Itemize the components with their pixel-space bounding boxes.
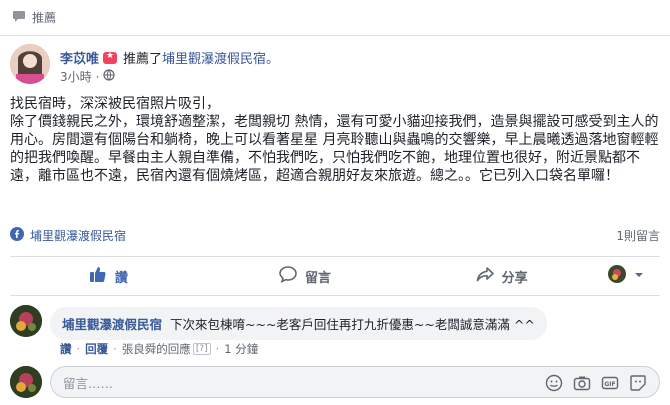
comment-icon (279, 265, 305, 287)
reaction-summary: 埔里觀瀑渡假民宿 1則留言 (10, 226, 660, 244)
reaction-identity-selector[interactable] (600, 257, 660, 295)
comment-input[interactable]: 留言…… GIF (50, 366, 660, 398)
meta-separator: · (113, 342, 117, 356)
like-label: 讚 (114, 270, 128, 286)
comment-placeholder: 留言…… (63, 375, 114, 391)
sticker-icon[interactable] (629, 374, 647, 392)
help-icon[interactable]: [?] (192, 343, 211, 355)
replied-by-text[interactable]: 張良舜的回應 (122, 341, 191, 357)
comment-button[interactable]: 留言 (207, 257, 404, 295)
comment-composer: 留言…… GIF (10, 366, 660, 398)
comment-text: 下次來包棟唷~~~老客戶回住再打九折優惠~~老闆誠意滿滿 ^^ (170, 317, 535, 332)
meta-separator: · (95, 69, 100, 84)
share-icon (476, 265, 502, 287)
post-header: 李苡唯 推薦了 埔里觀瀑渡假民宿。 3小時 · (10, 44, 660, 88)
thumbs-up-icon (89, 265, 115, 287)
post-timestamp[interactable]: 3小時 (60, 68, 92, 85)
author-avatar[interactable] (10, 44, 50, 84)
camera-icon[interactable] (573, 374, 591, 392)
comment-meta: 讚 · 回覆 · 張良舜的回應 [?] · 1 分鐘 (60, 341, 258, 357)
meta-separator: · (215, 342, 220, 356)
author-name[interactable]: 李苡唯 (60, 48, 99, 67)
share-button[interactable]: 分享 (403, 257, 600, 295)
comment-timestamp[interactable]: 1 分鐘 (224, 341, 258, 357)
commenter-avatar[interactable] (10, 305, 42, 337)
like-button[interactable]: 讚 (10, 257, 207, 295)
composer-avatar (10, 366, 42, 398)
globe-icon[interactable] (103, 69, 116, 84)
comment-like-link[interactable]: 讚 (60, 341, 72, 357)
comment-bubble-icon (12, 8, 26, 27)
svg-text:GIF: GIF (604, 381, 615, 388)
chevron-down-icon (634, 269, 652, 284)
comment-bubble: 埔里觀瀑渡假民宿 下次來包棟唷~~~老客戶回住再打九折優惠~~老闆誠意滿滿 ^^ (50, 307, 547, 340)
share-label: 分享 (501, 270, 528, 286)
recommend-badge-icon (103, 51, 118, 64)
gif-icon[interactable]: GIF (601, 374, 619, 392)
comment-count[interactable]: 1則留言 (616, 227, 660, 244)
header-label: 推薦 (32, 11, 57, 25)
identity-avatar (608, 265, 634, 287)
page-logo-icon (10, 226, 24, 244)
post-body-text: 找民宿時，深深被民宿照片吸引， 除了價錢親民之外，環境舒適整潔，老闆親切 熱情，… (10, 96, 659, 184)
recommend-action-text: 推薦了 (123, 52, 163, 67)
emoji-icon[interactable] (545, 374, 563, 392)
comment-reply-link[interactable]: 回覆 (85, 341, 108, 357)
recommended-page-link[interactable]: 埔里觀瀑渡假民宿。 (162, 48, 279, 67)
commenter-name[interactable]: 埔里觀瀑渡假民宿 (62, 317, 162, 332)
meta-separator: · (76, 342, 81, 356)
recommendation-header: 推薦 (0, 0, 670, 36)
reaction-page-link[interactable]: 埔里觀瀑渡假民宿 (30, 227, 126, 244)
post-action-bar: 讚 留言 分享 (10, 256, 660, 296)
comment-label: 留言 (305, 270, 332, 286)
